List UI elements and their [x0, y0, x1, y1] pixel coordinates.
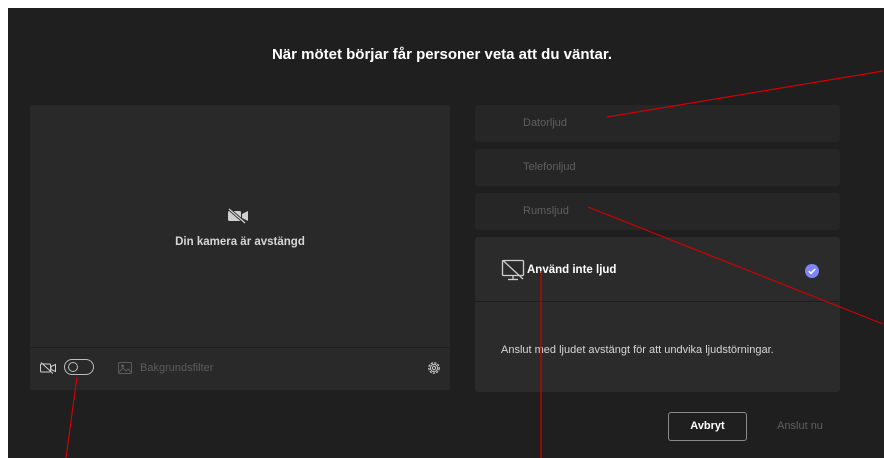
- audio-option-label: Telefonljud: [523, 161, 576, 173]
- no-audio-icon: [501, 259, 525, 281]
- check-icon: [805, 264, 819, 278]
- cancel-button[interactable]: Avbryt: [668, 412, 747, 441]
- background-filter-icon: [118, 362, 132, 374]
- camera-status-text: Din kamera är avstängd: [175, 236, 305, 248]
- selected-option-header: Använd inte ljud: [475, 237, 840, 302]
- video-options-bar: Bakgrundsfilter: [30, 347, 450, 390]
- page-title: När mötet börjar får personer veta att d…: [271, 46, 613, 63]
- audio-option-label: Datorljud: [523, 117, 568, 129]
- selected-option-description: Anslut med ljudet avstängt för att undvi…: [501, 344, 774, 356]
- join-now-button[interactable]: Anslut nu: [764, 412, 836, 441]
- camera-off-icon: [228, 208, 248, 224]
- gear-icon[interactable]: [426, 360, 442, 376]
- toggle-knob: [68, 362, 78, 372]
- audio-option-no-audio[interactable]: Använd inte ljud Anslut med ljudet avstä…: [475, 237, 840, 392]
- video-preview: Din kamera är avstängd Bakgrundsfilter: [30, 105, 450, 390]
- audio-option-room[interactable]: Rumsljud: [475, 193, 840, 230]
- background-filter-button[interactable]: Bakgrundsfilter: [140, 362, 213, 374]
- audio-option-phone[interactable]: Telefonljud: [475, 149, 840, 186]
- selected-option-label: Använd inte ljud: [527, 264, 617, 276]
- audio-option-label: Rumsljud: [523, 205, 569, 217]
- audio-option-computer[interactable]: Datorljud: [475, 105, 840, 142]
- teams-prejoin-screen: När mötet börjar får personer veta att d…: [8, 8, 884, 458]
- camera-toggle[interactable]: [64, 359, 94, 375]
- camera-off-small-icon: [40, 362, 56, 374]
